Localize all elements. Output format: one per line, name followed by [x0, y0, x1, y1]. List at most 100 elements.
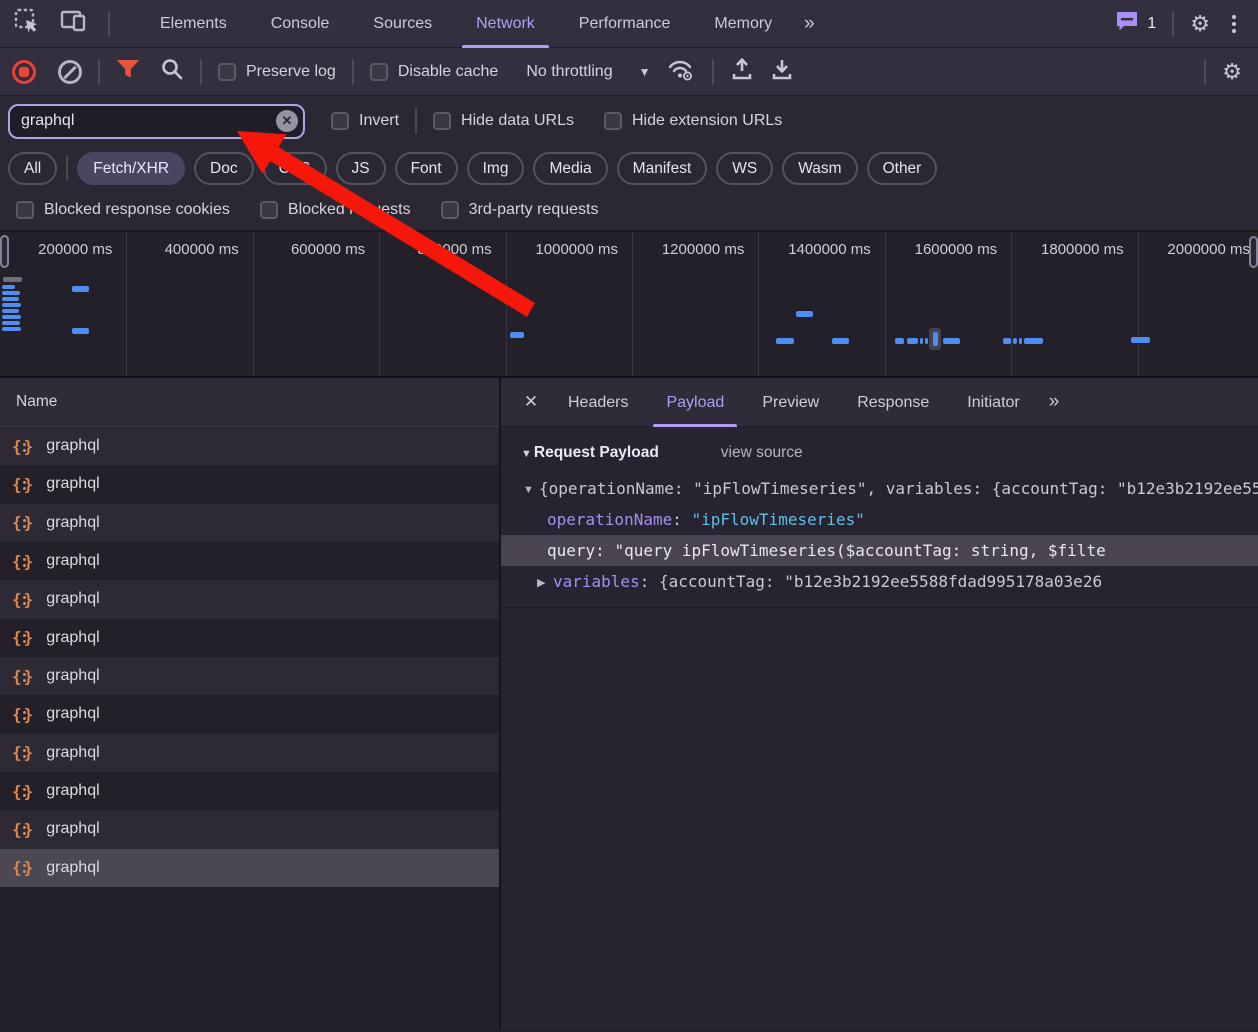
section-title: Request Payload — [533, 444, 659, 461]
table-row-graphql[interactable]: {} graphql — [0, 541, 499, 581]
chip-other[interactable]: Other — [866, 151, 938, 185]
inspect-element-icon[interactable] — [14, 8, 40, 39]
payload-preview-line[interactable]: ▼ {operationName: "ipFlowTimeseries", var… — [501, 473, 1258, 504]
search-icon[interactable] — [160, 57, 184, 86]
tab-sources[interactable]: Sources — [351, 0, 454, 48]
waterfall-mark — [2, 315, 21, 319]
issues-count: 1 — [1147, 14, 1157, 32]
tab-console[interactable]: Console — [249, 0, 352, 48]
detail-tab-initiator[interactable]: Initiator — [948, 378, 1038, 427]
export-har-icon[interactable] — [770, 57, 794, 86]
disable-cache-checkbox[interactable]: Disable cache — [369, 62, 498, 81]
settings-gear-icon[interactable]: ⚙ — [1190, 12, 1210, 35]
chip-ws[interactable]: WS — [716, 151, 774, 185]
main-tabs: Elements Console Sources Network Performance… — [138, 0, 794, 48]
waterfall-mark — [895, 338, 904, 344]
table-row-graphql[interactable]: {} graphql — [0, 733, 499, 772]
chip-fetch-xhr[interactable]: Fetch/XHR — [77, 151, 186, 185]
request-name: graphql — [46, 552, 100, 570]
tab-performance[interactable]: Performance — [557, 0, 693, 48]
more-detail-tabs-icon[interactable]: » — [1039, 378, 1070, 426]
waterfall-mark — [2, 327, 21, 331]
divider — [1172, 10, 1175, 37]
table-row-graphql[interactable]: {} graphql — [0, 618, 499, 657]
import-har-icon[interactable] — [730, 57, 754, 86]
close-details-icon[interactable]: ✕ — [513, 392, 549, 412]
chip-media[interactable]: Media — [533, 151, 608, 185]
chip-manifest[interactable]: Manifest — [616, 151, 708, 185]
chip-js[interactable]: JS — [335, 151, 386, 185]
preserve-log-checkbox[interactable]: Preserve log — [218, 62, 336, 81]
network-settings-gear-icon[interactable]: ⚙ — [1222, 60, 1242, 83]
table-row-graphql[interactable]: {} graphql — [0, 695, 499, 734]
waterfall-mark — [1024, 338, 1043, 344]
timeline-range-handle[interactable] — [0, 235, 9, 268]
chip-font[interactable]: Font — [394, 151, 458, 185]
table-row-graphql[interactable]: {} graphql — [0, 848, 499, 887]
table-row-graphql[interactable]: {} graphql — [0, 771, 499, 811]
3rd-party-requests-checkbox[interactable]: 3rd-party requests — [440, 201, 598, 219]
kebab-menu-icon[interactable] — [1226, 13, 1242, 35]
chip-doc[interactable]: Doc — [194, 151, 254, 185]
table-row-graphql[interactable]: {} graphql — [0, 427, 499, 466]
invert-checkbox[interactable]: Invert — [331, 112, 399, 130]
divider — [351, 58, 354, 85]
advanced-filters-row: Blocked response cookies Blocked requests… — [0, 190, 1258, 232]
detail-tab-payload[interactable]: Payload — [647, 378, 743, 427]
waterfall-mark — [2, 321, 20, 325]
blocked-response-cookies-checkbox[interactable]: Blocked response cookies — [16, 201, 230, 219]
name-column-header[interactable]: Name — [0, 378, 499, 427]
chip-wasm[interactable]: Wasm — [782, 151, 858, 185]
view-source-link[interactable]: view source — [721, 444, 803, 462]
record-network-log-button[interactable] — [12, 59, 36, 84]
clear-network-log-button[interactable] — [58, 59, 82, 84]
chip-css[interactable]: CSS — [262, 151, 327, 185]
timeline-tick-label: 400000 ms — [164, 241, 239, 258]
waterfall-mark — [776, 338, 794, 344]
waterfall-mark — [943, 338, 960, 344]
filter-input[interactable] — [8, 103, 305, 139]
table-row-graphql[interactable]: {} graphql — [0, 580, 499, 619]
issues-badge[interactable]: 1 — [1115, 10, 1156, 37]
tab-elements[interactable]: Elements — [138, 0, 249, 48]
chip-img[interactable]: Img — [466, 151, 525, 185]
payload-row-variables[interactable]: ▶ variables: {accountTag: "b12e3b2192ee55… — [501, 566, 1258, 597]
table-row-graphql[interactable]: {} graphql — [0, 503, 499, 542]
table-row-graphql[interactable]: {} graphql — [0, 656, 499, 696]
table-row-graphql[interactable]: {} graphql — [0, 465, 499, 504]
throttling-select[interactable]: No throttling ▼ — [526, 63, 650, 81]
detail-tab-preview[interactable]: Preview — [743, 378, 838, 427]
device-toolbar-icon[interactable] — [60, 8, 88, 39]
request-name: graphql — [46, 667, 100, 685]
tab-underline — [653, 423, 738, 427]
chip-all[interactable]: All — [8, 151, 58, 185]
payload-row-query[interactable]: query: "query ipFlowTimeseries($accountT… — [501, 535, 1258, 566]
network-overview-timeline[interactable]: 200000 ms 400000 ms 600000 ms 800000 ms 1000… — [0, 232, 1258, 378]
detail-tab-headers[interactable]: Headers — [549, 378, 647, 427]
clear-filter-icon[interactable]: ✕ — [276, 110, 298, 132]
blocked-requests-checkbox[interactable]: Blocked requests — [259, 201, 411, 219]
tab-network[interactable]: Network — [454, 0, 557, 48]
dropdown-caret-icon: ▼ — [638, 64, 651, 79]
request-name: graphql — [46, 628, 100, 646]
timeline-range-handle[interactable] — [1249, 236, 1258, 268]
payload-row-operation-name[interactable]: operationName: "ipFlowTimeseries" — [501, 504, 1258, 535]
hide-data-urls-checkbox[interactable]: Hide data URLs — [433, 112, 574, 130]
timeline-tick-label: 1000000 ms — [535, 241, 618, 258]
more-tabs-icon[interactable]: » — [794, 0, 825, 48]
request-name: graphql — [46, 590, 100, 608]
waterfall-mark — [1013, 338, 1017, 344]
divider — [1204, 58, 1207, 85]
network-conditions-icon[interactable] — [666, 57, 696, 86]
table-row-graphql[interactable]: {} graphql — [0, 810, 499, 849]
waterfall-mark — [796, 311, 813, 317]
tab-memory[interactable]: Memory — [692, 0, 794, 48]
waterfall-mark — [1131, 337, 1150, 343]
hide-extension-urls-checkbox[interactable]: Hide extension URLs — [603, 112, 782, 130]
waterfall-mark — [920, 338, 923, 344]
request-name: graphql — [46, 705, 100, 723]
detail-tab-response[interactable]: Response — [838, 378, 948, 427]
filter-funnel-icon[interactable] — [116, 59, 140, 84]
waterfall-mark — [933, 332, 938, 346]
request-payload-section-header[interactable]: ▼ Request Payload view source — [501, 427, 1258, 464]
